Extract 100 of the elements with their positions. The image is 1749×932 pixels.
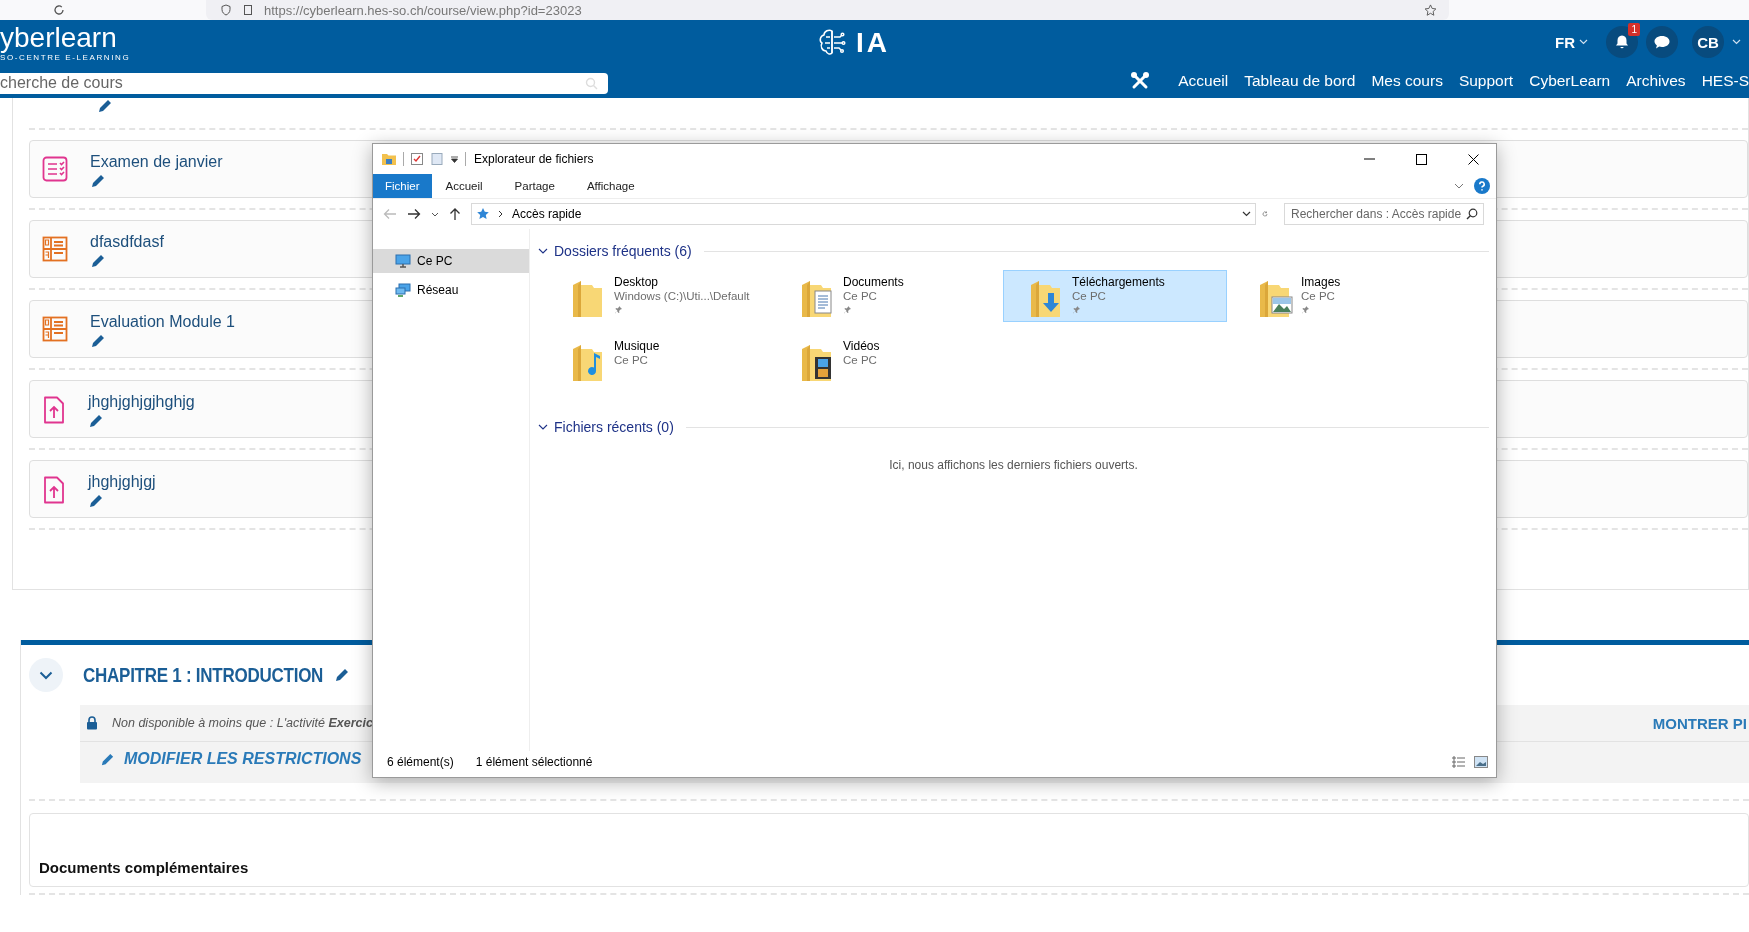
nav-link[interactable]: Tableau de bord bbox=[1244, 72, 1356, 90]
details-view-icon[interactable] bbox=[1452, 756, 1466, 768]
navigation-item[interactable]: Ce PC bbox=[373, 249, 529, 273]
section-title: Documents complémentaires bbox=[39, 859, 249, 876]
file-upload-icon bbox=[42, 396, 66, 424]
window-title: Explorateur de fichiers bbox=[474, 152, 594, 166]
nav-link[interactable]: Archives bbox=[1626, 72, 1686, 90]
network-icon bbox=[395, 283, 411, 297]
pencil-icon[interactable] bbox=[88, 413, 104, 429]
course-search-field[interactable]: cherche de cours bbox=[0, 72, 608, 94]
ribbon-tab[interactable]: Accueil bbox=[431, 174, 501, 198]
minimize-icon bbox=[1363, 158, 1375, 160]
course-title: IA bbox=[856, 27, 890, 59]
nav-link[interactable]: HES-S bbox=[1701, 72, 1749, 90]
documents-folder-icon bbox=[799, 279, 835, 319]
expand-ribbon-icon[interactable] bbox=[1454, 183, 1464, 189]
group-title[interactable]: Dossiers fréquents (6) bbox=[554, 243, 692, 259]
pencil-icon[interactable] bbox=[90, 253, 106, 269]
user-menu[interactable]: CB bbox=[1692, 26, 1724, 58]
close-icon bbox=[1467, 153, 1479, 165]
star-icon[interactable] bbox=[1424, 3, 1437, 17]
folder-location: Ce PC bbox=[843, 289, 878, 303]
messages-button[interactable] bbox=[1646, 26, 1678, 58]
logo-subtitle: SO-CENTRE E-LEARNING bbox=[0, 52, 132, 62]
chat-bubble-icon bbox=[1653, 34, 1671, 50]
pencil-icon[interactable] bbox=[90, 333, 106, 349]
q-and-a-form-icon bbox=[42, 316, 68, 342]
computer-icon bbox=[395, 254, 411, 268]
nav-link[interactable]: Mes cours bbox=[1371, 72, 1443, 90]
empty-message: Ici, nous affichons les derniers fichiers ouverts. bbox=[889, 458, 1138, 472]
nav-link[interactable]: CyberLearn bbox=[1529, 72, 1611, 90]
folder-icon[interactable] bbox=[381, 152, 397, 166]
activity-title[interactable]: jhghjghjgjhghjg bbox=[88, 393, 195, 411]
address-field[interactable]: Accès rapide bbox=[471, 203, 1256, 225]
folder-name: Images bbox=[1301, 275, 1341, 289]
folder-name: Documents bbox=[843, 275, 904, 289]
search-field[interactable]: Rechercher dans : Accès rapide bbox=[1284, 203, 1484, 225]
large-icons-view-icon[interactable] bbox=[1474, 756, 1488, 768]
language-menu[interactable]: FR bbox=[1549, 32, 1594, 52]
chevron-down-icon[interactable] bbox=[538, 424, 548, 430]
chevron-down-icon bbox=[1579, 39, 1588, 45]
folder-item[interactable]: Images Ce PC bbox=[1232, 270, 1456, 322]
search-icon bbox=[1466, 208, 1478, 220]
pencil-icon[interactable] bbox=[90, 173, 106, 189]
notifications-button[interactable]: 1 bbox=[1606, 26, 1638, 58]
activity-title[interactable]: Evaluation Module 1 bbox=[90, 313, 235, 331]
status-text: 1 élément sélectionné bbox=[475, 755, 593, 769]
ribbon-tab[interactable]: Affichage bbox=[572, 174, 653, 198]
breadcrumb-chevron-icon bbox=[498, 210, 504, 218]
pencil-icon[interactable] bbox=[333, 667, 350, 683]
folder-name: Musique bbox=[614, 339, 660, 353]
ribbon-tab[interactable]: Fichier bbox=[373, 174, 432, 198]
site-logo[interactable]: yberlearn bbox=[0, 22, 117, 53]
chevron-down-icon[interactable] bbox=[538, 248, 548, 254]
maximize-icon bbox=[1415, 153, 1427, 165]
ribbon-tab[interactable]: Partage bbox=[500, 174, 573, 198]
folder-location: Ce PC bbox=[1072, 289, 1107, 303]
navigation-item[interactable]: Réseau bbox=[373, 278, 529, 302]
properties-checkmark-icon[interactable] bbox=[410, 152, 424, 166]
recent-locations-icon[interactable] bbox=[431, 211, 439, 217]
folder-item[interactable]: Vidéos Ce PC bbox=[774, 334, 998, 386]
up-arrow-icon[interactable] bbox=[449, 207, 461, 221]
nav-link[interactable]: Accueil bbox=[1178, 72, 1229, 90]
help-icon[interactable] bbox=[1474, 178, 1490, 194]
dropdown-arrow-icon[interactable] bbox=[450, 154, 459, 164]
activity-title[interactable]: jhghjghjgj bbox=[88, 473, 156, 491]
folder-name: Desktop bbox=[614, 275, 660, 289]
folder-name: Téléchargements bbox=[1072, 275, 1165, 289]
pencil-icon[interactable] bbox=[88, 493, 104, 509]
folder-location: Ce PC bbox=[1301, 289, 1336, 303]
checklist-icon bbox=[42, 156, 68, 182]
notification-count: 1 bbox=[1628, 23, 1640, 36]
forward-arrow-icon[interactable] bbox=[407, 208, 421, 220]
folder-item[interactable]: Desktop Windows (C:)\Uti...\Default bbox=[545, 270, 769, 322]
status-text: 6 élément(s) bbox=[387, 755, 454, 769]
restriction-text: Non disponible à moins que : L'activité Exercic bbox=[112, 716, 373, 730]
nav-link[interactable]: Support bbox=[1458, 72, 1514, 90]
search-icon bbox=[585, 76, 598, 90]
edit-restrictions-link[interactable]: MODIFIER LES RESTRICTIONS bbox=[80, 742, 362, 768]
activity-title[interactable]: dfasdfdasf bbox=[90, 233, 164, 251]
collapse-button[interactable] bbox=[29, 658, 63, 692]
address-bar[interactable]: https://cyberlearn.hes-so.ch/course/view.php?id=23023 bbox=[206, 0, 1449, 20]
folder-location: Windows (C:)\Uti...\Default bbox=[614, 289, 750, 303]
folder-item[interactable]: Téléchargements Ce PC bbox=[1003, 270, 1227, 322]
lock-icon bbox=[86, 716, 98, 730]
bell-icon bbox=[1614, 34, 1630, 50]
pencil-icon[interactable] bbox=[97, 98, 113, 114]
chevron-down-icon bbox=[39, 670, 53, 680]
reload-icon[interactable] bbox=[52, 3, 66, 17]
show-more-link[interactable]: MONTRER PI bbox=[1652, 714, 1749, 732]
q-and-a-form-icon bbox=[42, 236, 68, 262]
page-icon bbox=[242, 4, 254, 16]
url-text: https://cyberlearn.hes-so.ch/course/view.php?id=23023 bbox=[264, 2, 583, 18]
activity-title[interactable]: Examen de janvier bbox=[90, 153, 223, 171]
folder-item[interactable]: Musique Ce PC bbox=[545, 334, 769, 386]
folder-item[interactable]: Documents Ce PC bbox=[774, 270, 998, 322]
pencil-icon bbox=[100, 751, 115, 767]
folder-location: Ce PC bbox=[614, 353, 649, 367]
tools-icon[interactable] bbox=[1130, 71, 1151, 91]
group-title[interactable]: Fichiers récents (0) bbox=[554, 419, 674, 435]
